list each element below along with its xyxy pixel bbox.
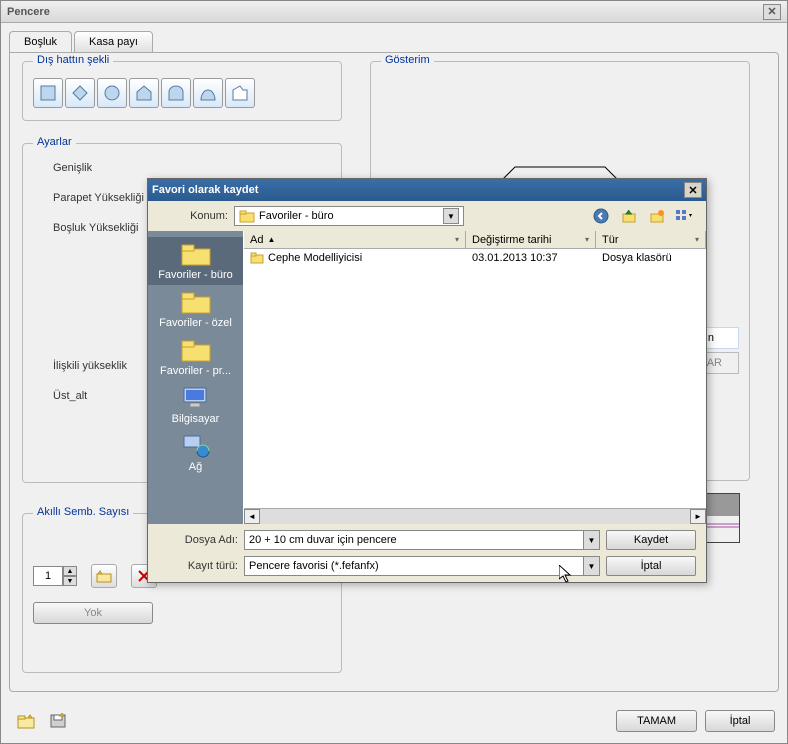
group-ayarlar-title: Ayarlar	[33, 136, 76, 148]
yok-button[interactable]: Yok	[33, 602, 153, 624]
group-akilli-title: Akıllı Semb. Sayısı	[33, 506, 133, 518]
iptal-button[interactable]: İptal	[705, 710, 775, 732]
main-titlebar: Pencere ✕	[1, 1, 787, 23]
tab-bosluk[interactable]: Boşluk	[9, 31, 72, 53]
folder-icon	[239, 209, 255, 223]
tamam-button[interactable]: TAMAM	[616, 710, 697, 732]
h-scrollbar[interactable]: ◄►	[244, 508, 706, 524]
filename-input[interactable]	[245, 534, 583, 546]
genislik-label: Genişlik	[53, 162, 331, 174]
shape-custom-icon[interactable]	[225, 78, 255, 108]
save-fav-icon[interactable]	[45, 709, 71, 733]
file-row[interactable]: Cephe Modelliyicisi 03.01.2013 10:37 Dos…	[244, 249, 706, 267]
col-name[interactable]: Ad▲▾	[244, 231, 466, 248]
up-folder-icon[interactable]	[618, 206, 640, 226]
shape-circle-icon[interactable]	[97, 78, 127, 108]
spin-up-icon[interactable]: ▲	[63, 566, 77, 576]
tab-kasapayi[interactable]: Kasa payı	[74, 31, 153, 53]
konum-combo[interactable]: Favoriler - büro ▼	[234, 206, 464, 226]
chevron-down-icon[interactable]: ▼	[583, 531, 599, 549]
shape-pentagon-icon[interactable]	[129, 78, 159, 108]
group-gosterim-title: Gösterim	[381, 54, 434, 66]
type-combo[interactable]: ▼	[244, 556, 600, 576]
akilli-spinner[interactable]: ▲▼	[33, 566, 77, 586]
shape-arch-icon[interactable]	[161, 78, 191, 108]
scroll-right-icon[interactable]: ►	[690, 509, 706, 524]
place-pr[interactable]: Favoriler - pr...	[148, 333, 243, 381]
type-value[interactable]	[245, 560, 583, 572]
place-buro[interactable]: Favoriler - büro	[148, 237, 243, 285]
folder-icon	[250, 252, 264, 264]
akilli-value-input[interactable]	[33, 566, 63, 586]
place-ag[interactable]: Ağ	[148, 429, 243, 477]
spin-down-icon[interactable]: ▼	[63, 576, 77, 586]
shape-halfcircle-icon[interactable]	[193, 78, 223, 108]
save-as-dialog: Favori olarak kaydet ✕ Konum: Favoriler …	[147, 178, 707, 583]
type-label: Kayıt türü:	[158, 560, 238, 572]
place-bilgisayar[interactable]: Bilgisayar	[148, 381, 243, 429]
unfav-icon[interactable]	[91, 564, 117, 588]
dialog-close-icon[interactable]: ✕	[684, 182, 702, 198]
shape-diamond-icon[interactable]	[65, 78, 95, 108]
konum-label: Konum:	[158, 210, 228, 222]
main-title: Pencere	[7, 6, 50, 18]
shape-rect-icon[interactable]	[33, 78, 63, 108]
col-type[interactable]: Tür▾	[596, 231, 706, 248]
konum-value: Favoriler - büro	[259, 210, 334, 222]
cancel-button[interactable]: İptal	[606, 556, 696, 576]
view-menu-icon[interactable]	[674, 206, 696, 226]
new-folder-icon[interactable]	[646, 206, 668, 226]
filename-label: Dosya Adı:	[158, 534, 238, 546]
open-fav-icon[interactable]	[13, 709, 39, 733]
close-icon[interactable]: ✕	[763, 4, 781, 20]
scroll-left-icon[interactable]: ◄	[244, 509, 260, 524]
chevron-down-icon[interactable]: ▼	[583, 557, 599, 575]
group-shape-title: Dış hattın şekli	[33, 54, 113, 66]
col-date[interactable]: Değiştirme tarihi▾	[466, 231, 596, 248]
place-ozel[interactable]: Favoriler - özel	[148, 285, 243, 333]
back-icon[interactable]	[590, 206, 612, 226]
dialog-title: Favori olarak kaydet	[152, 184, 258, 196]
filename-input-wrap[interactable]: ▼	[244, 530, 600, 550]
chevron-down-icon[interactable]: ▼	[443, 208, 459, 224]
save-button[interactable]: Kaydet	[606, 530, 696, 550]
